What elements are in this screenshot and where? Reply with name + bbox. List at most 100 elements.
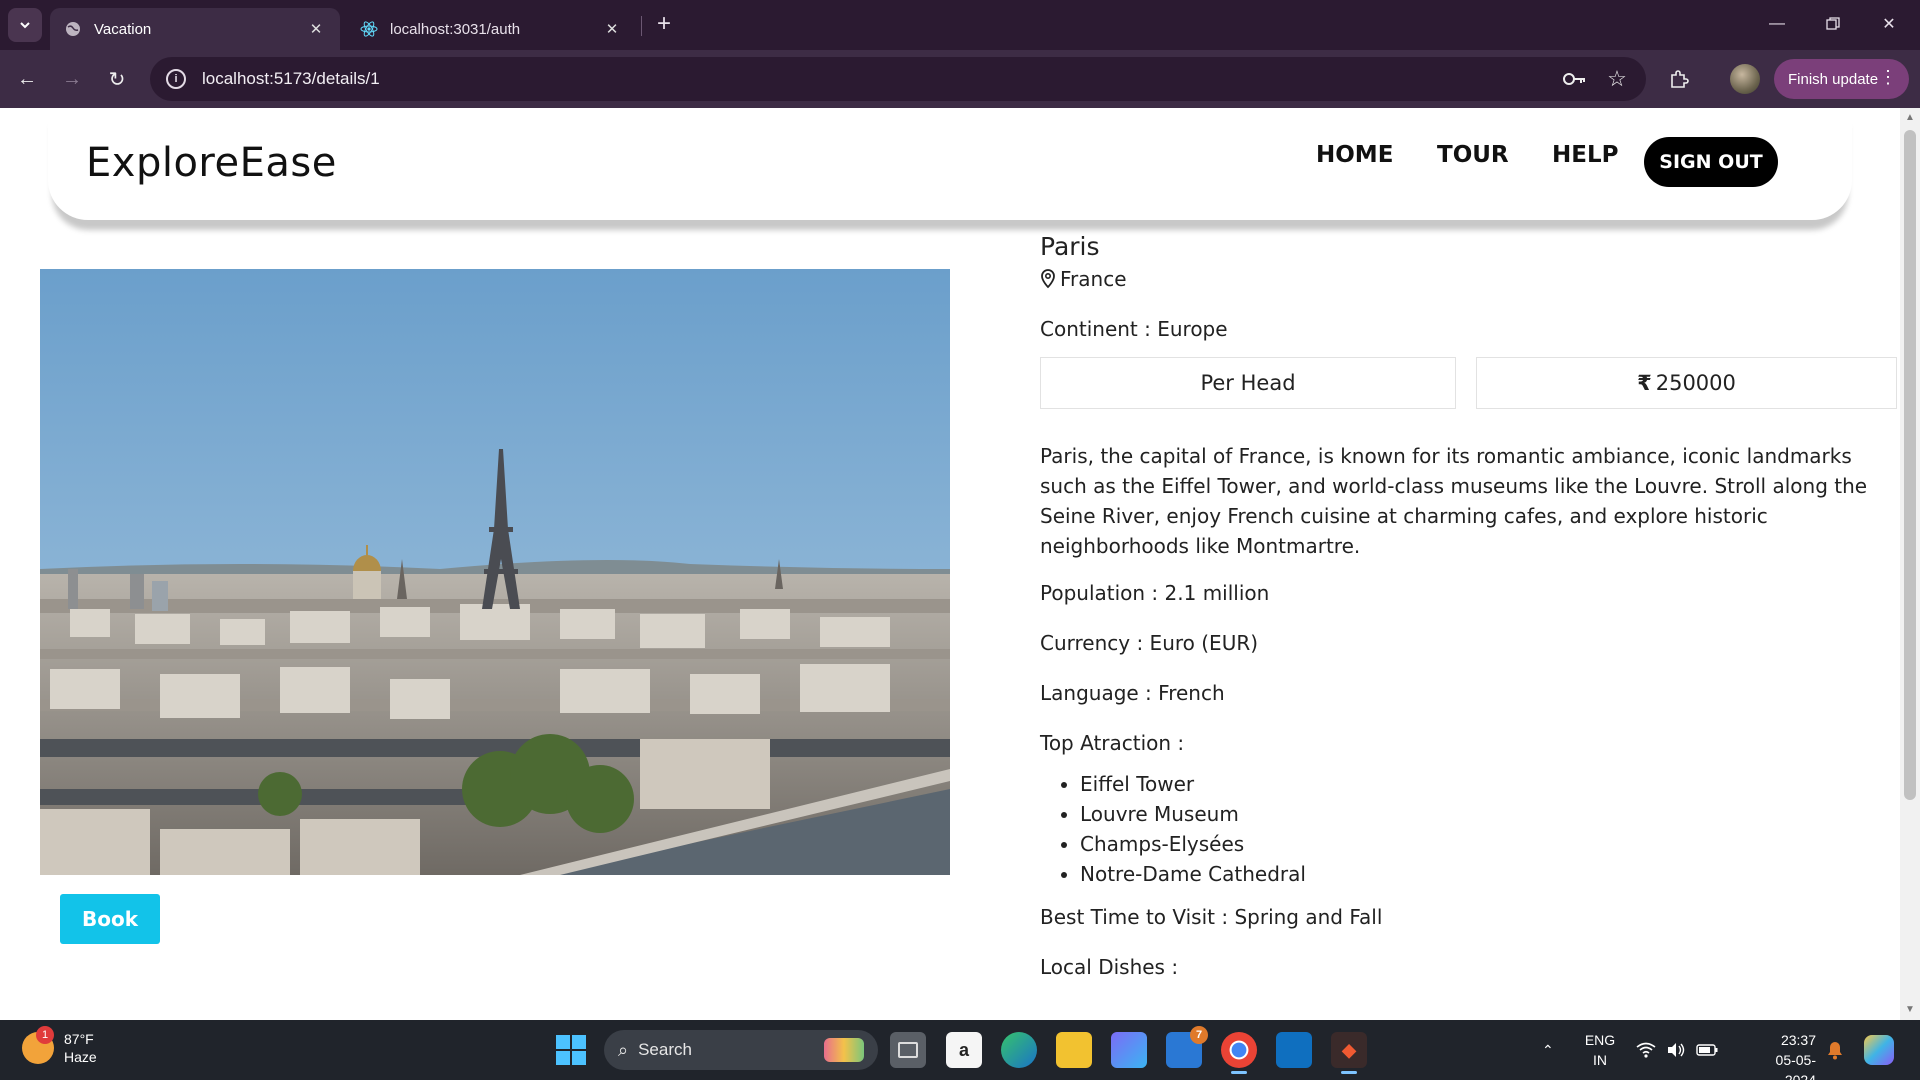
forward-button[interactable]: → xyxy=(55,62,89,96)
more-menu-icon: ⋮ xyxy=(1879,67,1897,87)
browser-tabstrip: Vacation ✕ localhost:3031/auth ✕ + — ✕ xyxy=(0,0,1920,50)
mail-badge: 7 xyxy=(1190,1026,1208,1044)
profile-avatar[interactable] xyxy=(1730,64,1760,94)
language-text: Language : French xyxy=(1040,681,1225,705)
windows-logo-tile xyxy=(556,1051,570,1065)
browser-toolbar: ← → ↻ i localhost:5173/details/1 ☆ Finis… xyxy=(0,50,1920,108)
weather-temp: 87°F xyxy=(64,1031,94,1047)
file-explorer-icon[interactable] xyxy=(1056,1032,1092,1068)
search-label: Search xyxy=(638,1040,692,1059)
lang-line2: IN xyxy=(1593,1052,1607,1068)
lang-line1: ENG xyxy=(1584,1032,1616,1048)
chevron-down-icon xyxy=(20,22,30,29)
clock-date: 05-05-2024 xyxy=(1775,1052,1816,1080)
globe-icon xyxy=(64,20,82,38)
clock-time: 23:37 xyxy=(1780,1032,1816,1048)
extensions-icon[interactable] xyxy=(1662,62,1696,96)
tab-vacation[interactable]: Vacation ✕ xyxy=(50,8,340,50)
windows-logo-tile xyxy=(572,1035,586,1049)
nav-tour[interactable]: TOUR xyxy=(1437,142,1509,168)
close-window-button[interactable]: ✕ xyxy=(1866,6,1912,42)
page-viewport: ExploreEase HOME TOUR HELP SIGN OUT Book… xyxy=(0,108,1900,1020)
tab-separator xyxy=(641,16,642,36)
page-scrollbar[interactable]: ▲ ▼ xyxy=(1900,108,1920,1020)
taskbar-search[interactable]: ⌕ Search xyxy=(604,1030,878,1070)
location-row: France xyxy=(1040,267,1900,291)
arrow-left-icon: ← xyxy=(17,67,37,90)
plus-icon: + xyxy=(656,10,671,37)
url-text: localhost:5173/details/1 xyxy=(202,69,380,88)
price-label-box: Per Head xyxy=(1040,357,1456,409)
weather-sun-icon: 1 xyxy=(22,1026,54,1064)
best-time-text: Best Time to Visit : Spring and Fall xyxy=(1040,905,1383,929)
arrow-right-icon: → xyxy=(62,67,82,90)
brand-logo[interactable]: ExploreEase xyxy=(86,140,337,186)
git-app-icon[interactable]: ◆ xyxy=(1331,1032,1367,1074)
copilot-app-icon[interactable] xyxy=(1111,1032,1147,1068)
bookmark-star-icon[interactable]: ☆ xyxy=(1600,62,1634,96)
location-pin-icon xyxy=(1040,269,1056,289)
task-view-shape xyxy=(898,1042,918,1058)
system-clock[interactable]: 23:37 05-05-2024 xyxy=(1752,1030,1816,1080)
tab-title: Vacation xyxy=(94,20,152,38)
close-tab-icon[interactable]: ✕ xyxy=(602,19,622,39)
finish-update-button[interactable]: Finish update ⋮ xyxy=(1774,59,1909,99)
search-icon: ⌕ xyxy=(618,1039,629,1060)
site-info-icon[interactable]: i xyxy=(166,69,186,89)
local-dishes-label: Local Dishes : xyxy=(1040,955,1179,979)
weather-text: 87°F Haze xyxy=(64,1030,97,1066)
nav-home[interactable]: HOME xyxy=(1316,142,1393,168)
price-value-box: ₹ 250000 xyxy=(1476,357,1897,409)
destination-description: Paris, the capital of France, is known f… xyxy=(1040,444,1868,558)
task-view-icon[interactable] xyxy=(890,1032,926,1068)
price-label: Per Head xyxy=(1200,371,1296,395)
tab-auth[interactable]: localhost:3031/auth ✕ xyxy=(346,8,636,50)
sign-out-button[interactable]: SIGN OUT xyxy=(1644,137,1778,187)
country-name: France xyxy=(1060,267,1127,291)
reload-icon: ↻ xyxy=(108,68,126,91)
tab-search-button[interactable] xyxy=(8,8,42,42)
list-item: Champs-Elysées xyxy=(1080,829,1900,859)
volume-icon[interactable] xyxy=(1666,1020,1686,1080)
book-button[interactable]: Book xyxy=(60,894,160,944)
windows-logo-icon xyxy=(556,1035,570,1049)
language-indicator[interactable]: ENG IN xyxy=(1578,1030,1622,1070)
notification-bell-icon[interactable] xyxy=(1826,1020,1844,1080)
scroll-up-icon[interactable]: ▲ xyxy=(1904,112,1916,124)
finish-update-label: Finish update xyxy=(1788,70,1879,88)
close-icon: ✕ xyxy=(1882,16,1896,33)
edge-browser-icon[interactable] xyxy=(1001,1032,1037,1068)
amazon-app-icon[interactable]: a xyxy=(946,1032,982,1068)
search-highlight-icon xyxy=(824,1038,864,1062)
password-key-icon[interactable] xyxy=(1558,62,1592,96)
close-tab-icon[interactable]: ✕ xyxy=(306,19,326,39)
taskbar: 1 87°F Haze ⌕ Search a 7 ◆ ⌃ ENG IN 23:3… xyxy=(0,1020,1920,1080)
population-text: Population : 2.1 million xyxy=(1040,581,1270,605)
scroll-down-icon[interactable]: ▼ xyxy=(1904,1004,1916,1016)
battery-icon[interactable] xyxy=(1696,1020,1718,1080)
back-button[interactable]: ← xyxy=(10,62,44,96)
start-button[interactable] xyxy=(556,1035,586,1065)
mail-app-icon[interactable]: 7 xyxy=(1166,1026,1208,1068)
chevron-up-icon: ⌃ xyxy=(1542,1041,1554,1058)
minimize-icon: — xyxy=(1769,15,1785,32)
vscode-app-icon[interactable] xyxy=(1276,1032,1312,1068)
weather-widget[interactable]: 1 87°F Haze xyxy=(22,1026,97,1066)
address-bar[interactable]: i localhost:5173/details/1 xyxy=(150,57,1646,101)
destination-image xyxy=(40,269,950,875)
price-row: Per Head ₹ 250000 xyxy=(1040,357,1900,409)
nav-help[interactable]: HELP xyxy=(1552,142,1618,168)
restore-button[interactable] xyxy=(1810,6,1856,42)
chrome-browser-icon[interactable] xyxy=(1221,1032,1257,1074)
show-hidden-icons[interactable]: ⌃ xyxy=(1542,1020,1554,1080)
copilot-logo xyxy=(1864,1035,1894,1065)
new-tab-button[interactable]: + xyxy=(650,10,678,38)
scrollbar-thumb[interactable] xyxy=(1904,130,1916,800)
copilot-icon[interactable] xyxy=(1864,1020,1894,1080)
list-item: Notre-Dame Cathedral xyxy=(1080,859,1900,889)
minimize-button[interactable]: — xyxy=(1754,6,1800,42)
wifi-icon[interactable] xyxy=(1636,1020,1656,1080)
tab-title: localhost:3031/auth xyxy=(390,20,521,38)
list-item: Louvre Museum xyxy=(1080,799,1900,829)
reload-button[interactable]: ↻ xyxy=(100,62,134,96)
